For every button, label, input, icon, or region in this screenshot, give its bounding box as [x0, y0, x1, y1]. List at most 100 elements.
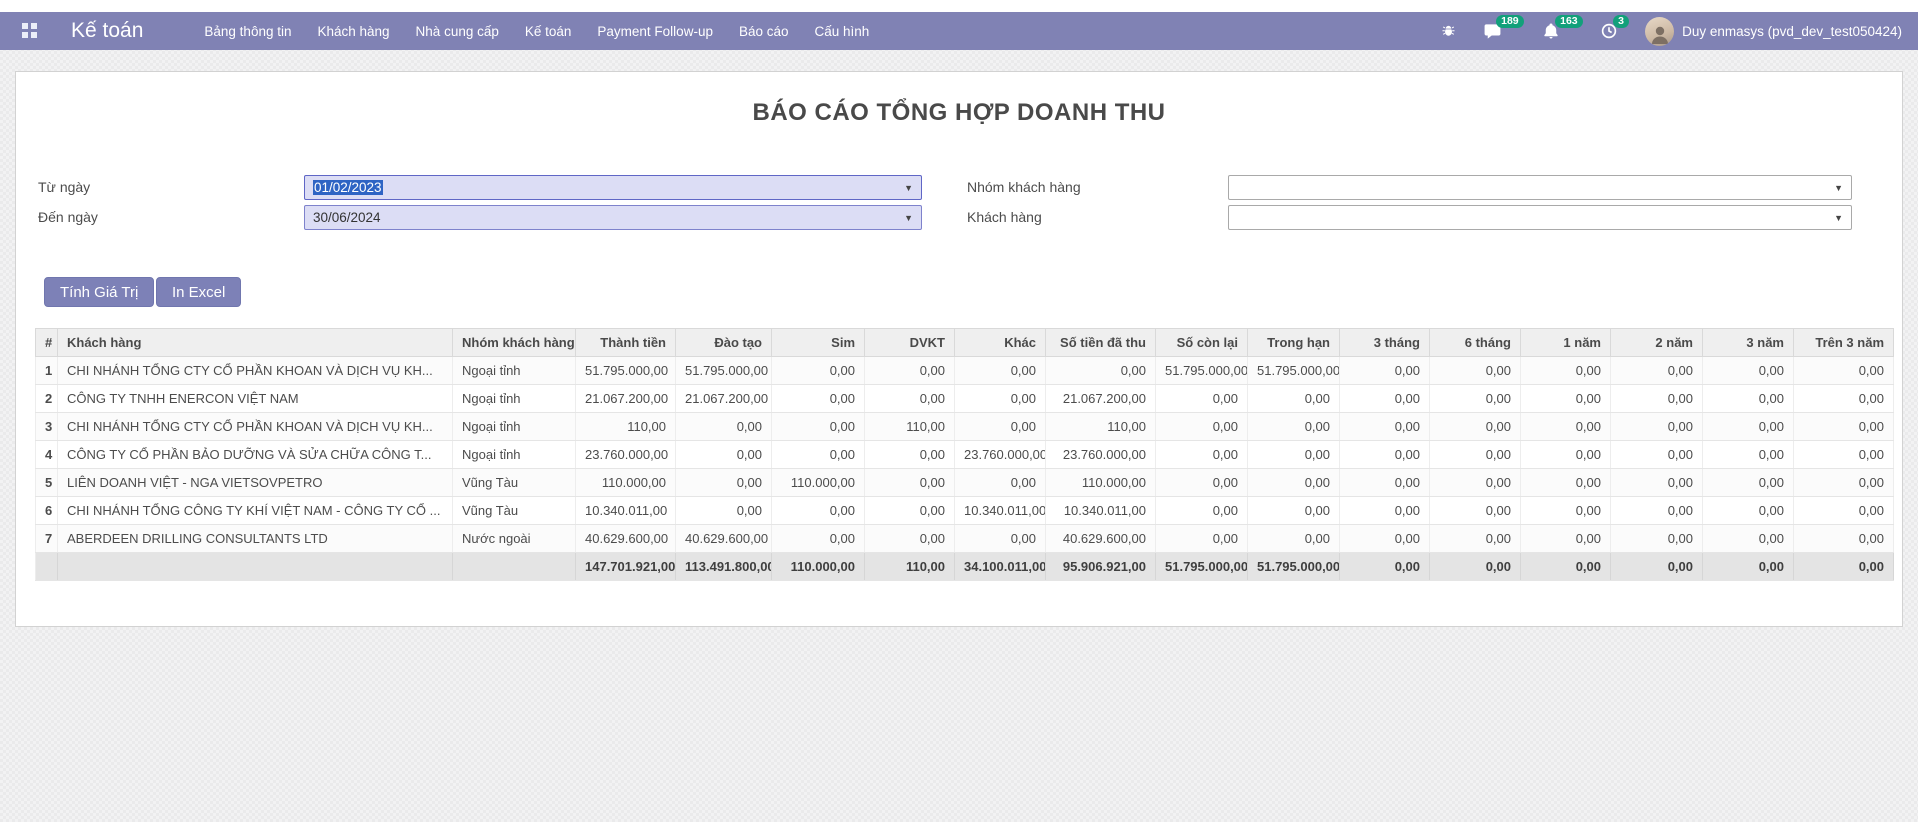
amount-cell: 0,00 [1794, 441, 1894, 469]
row-index-cell: 4 [36, 441, 58, 469]
menu-item-customers[interactable]: Khách hàng [304, 12, 402, 50]
row-index-cell: 2 [36, 385, 58, 413]
page-title: BÁO CÁO TỔNG HỢP DOANH THU [16, 99, 1902, 127]
menu-item-dashboard[interactable]: Bảng thông tin [191, 12, 304, 50]
column-header: Số tiền đã thu [1046, 329, 1156, 357]
menu-item-configuration[interactable]: Cấu hình [802, 12, 883, 50]
amount-cell: 10.340.011,00 [576, 497, 676, 525]
amount-cell: 40.629.600,00 [676, 525, 772, 553]
total-cell: 113.491.800,00 [676, 553, 772, 581]
from-date-input[interactable]: 01/02/2023 ▼ [304, 175, 922, 200]
total-cell: 0,00 [1703, 553, 1794, 581]
customer-group-cell: Ngoại tỉnh [453, 413, 576, 441]
customer-name-cell: LIÊN DOANH VIỆT - NGA VIETSOVPETRO [58, 469, 453, 497]
row-index-cell: 3 [36, 413, 58, 441]
from-date-label: Từ ngày [38, 179, 90, 195]
table-row: 1CHI NHÁNH TỔNG CTY CỔ PHẦN KHOAN VÀ DỊC… [36, 357, 1894, 385]
customer-group-label: Nhóm khách hàng [967, 179, 1081, 195]
compute-values-button[interactable]: Tính Giá Trị [44, 277, 154, 307]
to-date-input[interactable]: 30/06/2024 ▼ [304, 205, 922, 230]
amount-cell: 0,00 [1794, 413, 1894, 441]
customer-group-cell: Ngoại tỉnh [453, 385, 576, 413]
amount-cell: 0,00 [1340, 497, 1430, 525]
amount-cell: 110.000,00 [1046, 469, 1156, 497]
amount-cell: 0,00 [865, 525, 955, 553]
amount-cell: 0,00 [1430, 469, 1521, 497]
amount-cell: 23.760.000,00 [1046, 441, 1156, 469]
total-cell: 0,00 [1611, 553, 1703, 581]
amount-cell: 0,00 [772, 497, 865, 525]
table-row: 7ABERDEEN DRILLING CONSULTANTS LTDNước n… [36, 525, 1894, 553]
amount-cell: 0,00 [1046, 357, 1156, 385]
amount-cell: 10.340.011,00 [1046, 497, 1156, 525]
amount-cell: 0,00 [955, 357, 1046, 385]
amount-cell: 0,00 [1340, 469, 1430, 497]
activities-clock-icon[interactable]: 3 [1587, 12, 1631, 50]
menu-item-reports[interactable]: Báo cáo [726, 12, 802, 50]
amount-cell: 0,00 [772, 357, 865, 385]
topbar: Kế toán Bảng thông tin Khách hàng Nhà cu… [0, 12, 1918, 50]
total-cell [58, 553, 453, 581]
column-header: 1 năm [1521, 329, 1611, 357]
amount-cell: 0,00 [1521, 357, 1611, 385]
column-header: DVKT [865, 329, 955, 357]
to-date-value: 30/06/2024 [313, 210, 381, 225]
table-row: 5LIÊN DOANH VIỆT - NGA VIETSOVPETROVũng … [36, 469, 1894, 497]
total-cell: 51.795.000,00 [1156, 553, 1248, 581]
amount-cell: 0,00 [1156, 385, 1248, 413]
row-index-cell: 6 [36, 497, 58, 525]
customer-name-cell: CHI NHÁNH TỔNG CTY CỔ PHẦN KHOAN VÀ DỊCH… [58, 413, 453, 441]
messages-icon[interactable]: 189 [1470, 12, 1515, 50]
table-total-row: 147.701.921,00113.491.800,00110.000,0011… [36, 553, 1894, 581]
customer-name-cell: CÔNG TY CỔ PHẦN BẢO DƯỠNG VÀ SỬA CHỮA CÔ… [58, 441, 453, 469]
menu-item-vendors[interactable]: Nhà cung cấp [403, 12, 512, 50]
amount-cell: 0,00 [1521, 413, 1611, 441]
amount-cell: 23.760.000,00 [955, 441, 1046, 469]
column-header: # [36, 329, 58, 357]
column-header: 2 năm [1611, 329, 1703, 357]
amount-cell: 0,00 [1521, 385, 1611, 413]
from-date-value: 01/02/2023 [313, 180, 383, 195]
apps-grid-icon[interactable] [22, 23, 38, 39]
amount-cell: 40.629.600,00 [576, 525, 676, 553]
user-avatar[interactable] [1645, 17, 1674, 46]
column-header: 3 năm [1703, 329, 1794, 357]
amount-cell: 40.629.600,00 [1046, 525, 1156, 553]
total-cell: 34.100.011,00 [955, 553, 1046, 581]
customer-select[interactable]: ▼ [1228, 205, 1852, 230]
customer-group-select[interactable]: ▼ [1228, 175, 1852, 200]
menu-item-payment-followup[interactable]: Payment Follow-up [584, 12, 726, 50]
export-excel-button[interactable]: In Excel [156, 277, 241, 307]
amount-cell: 0,00 [676, 413, 772, 441]
amount-cell: 51.795.000,00 [576, 357, 676, 385]
customer-label: Khách hàng [967, 209, 1042, 225]
amount-cell: 0,00 [1248, 525, 1340, 553]
amount-cell: 0,00 [1611, 469, 1703, 497]
amount-cell: 0,00 [1430, 525, 1521, 553]
customer-name-cell: ABERDEEN DRILLING CONSULTANTS LTD [58, 525, 453, 553]
activities-count-badge: 3 [1613, 15, 1629, 28]
total-cell: 0,00 [1794, 553, 1894, 581]
user-menu[interactable]: Duy enmasys (pvd_dev_test050424) [1682, 24, 1902, 39]
total-cell: 0,00 [1521, 553, 1611, 581]
table-row: 4CÔNG TY CỔ PHẦN BẢO DƯỠNG VÀ SỬA CHỮA C… [36, 441, 1894, 469]
amount-cell: 0,00 [1430, 357, 1521, 385]
total-cell: 110,00 [865, 553, 955, 581]
amount-cell: 0,00 [1340, 385, 1430, 413]
topbar-right: 189 163 3 Duy enmasys (pvd_dev_test05042… [1427, 12, 1902, 50]
debug-bug-icon[interactable] [1427, 12, 1470, 50]
amount-cell: 0,00 [676, 497, 772, 525]
table-row: 2CÔNG TY TNHH ENERCON VIỆT NAMNgoại tỉnh… [36, 385, 1894, 413]
app-brand[interactable]: Kế toán [71, 19, 143, 43]
main-menu: Bảng thông tin Khách hàng Nhà cung cấp K… [191, 12, 882, 50]
amount-cell: 0,00 [1430, 413, 1521, 441]
amount-cell: 0,00 [1340, 357, 1430, 385]
menu-item-accounting[interactable]: Kế toán [512, 12, 585, 50]
amount-cell: 0,00 [676, 469, 772, 497]
amount-cell: 0,00 [1248, 497, 1340, 525]
customer-group-cell: Ngoại tỉnh [453, 357, 576, 385]
row-index-cell: 5 [36, 469, 58, 497]
notifications-bell-icon[interactable]: 163 [1529, 12, 1573, 50]
amount-cell: 0,00 [1611, 525, 1703, 553]
column-header: Đào tạo [676, 329, 772, 357]
